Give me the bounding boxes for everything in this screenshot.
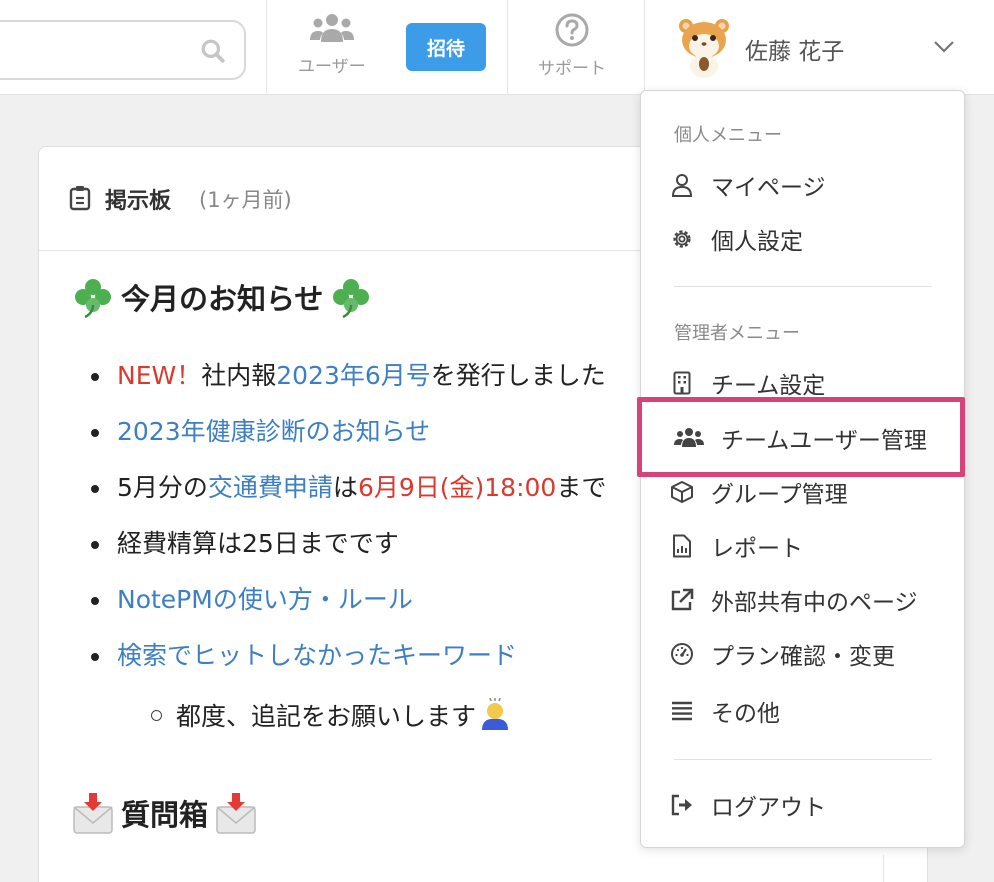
search-input[interactable] <box>0 20 246 80</box>
header-divider <box>266 0 267 95</box>
question-circle-icon <box>555 13 589 47</box>
users-icon <box>309 14 354 42</box>
health-checkup-link[interactable]: 2023年健康診断のお知らせ <box>117 417 430 446</box>
top-header: ユーザー 招待 サポート 佐藤 花子 <box>0 0 994 95</box>
support-button[interactable]: サポート <box>538 12 606 79</box>
bowing-person-icon <box>482 698 509 730</box>
menu-item-label: ログアウト <box>711 795 826 821</box>
sign-out-icon <box>669 792 695 818</box>
menu-item-other[interactable]: その他 <box>669 691 780 731</box>
section-title-text: 今月のお知らせ <box>121 282 324 316</box>
building-icon <box>669 370 695 396</box>
header-divider <box>644 0 645 95</box>
item-text: 社内報 <box>201 361 277 390</box>
search-keywords-link[interactable]: 検索でヒットしなかったキーワード <box>117 641 517 670</box>
header-divider <box>507 0 508 95</box>
user-icon <box>669 172 695 198</box>
menu-item-plan[interactable]: プラン確認・変更 <box>669 634 895 674</box>
menu-divider <box>674 759 932 760</box>
invite-button[interactable]: 招待 <box>406 23 486 71</box>
menu-item-mypage[interactable]: マイページ <box>669 165 826 205</box>
users-button[interactable]: ユーザー <box>298 12 366 77</box>
cube-icon <box>669 479 695 505</box>
gauge-icon <box>669 641 695 667</box>
chevron-down-icon[interactable] <box>933 40 955 54</box>
item-text: を発行しました <box>430 361 606 390</box>
menu-item-external-share[interactable]: 外部共有中のページ <box>669 580 918 620</box>
list-item: NotePMの使い方・ルール <box>89 576 606 632</box>
card-timestamp: (1ヶ月前) <box>199 188 292 212</box>
section-title-text: 質問箱 <box>121 798 209 832</box>
clover-icon <box>333 279 370 319</box>
menu-item-personal-settings[interactable]: 個人設定 <box>669 219 803 259</box>
list-item: NEW！社内報2023年6月号を発行しました <box>89 352 606 408</box>
inbox-envelope-icon <box>73 793 113 834</box>
personal-menu-header: 個人メニュー <box>674 125 782 146</box>
menu-item-label: マイページ <box>711 175 826 201</box>
menu-item-label: グループ管理 <box>711 482 848 508</box>
list-icon <box>669 698 695 724</box>
menu-item-report[interactable]: レポート <box>669 526 803 566</box>
clipboard-icon <box>69 186 91 211</box>
travel-expense-link[interactable]: 交通費申請 <box>208 473 333 502</box>
item-text: は <box>332 473 358 502</box>
circle-bullet-icon <box>151 709 162 721</box>
item-text: 5月分の <box>117 473 208 502</box>
section-title-announcements: 今月のお知らせ <box>71 275 373 319</box>
section-title-question-box: 質問箱 <box>71 791 258 835</box>
menu-item-logout[interactable]: ログアウト <box>669 785 826 825</box>
external-link-icon <box>669 587 695 613</box>
support-label: サポート <box>538 59 606 79</box>
menu-divider <box>674 286 932 287</box>
deadline-text: 6月9日(金)18:00 <box>357 473 557 502</box>
menu-item-label: プラン確認・変更 <box>711 644 895 670</box>
list-item: 検索でヒットしなかったキーワード <box>89 632 606 688</box>
menu-item-label: その他 <box>711 701 780 727</box>
usage-rules-link[interactable]: NotePMの使い方・ルール <box>117 585 413 614</box>
users-label: ユーザー <box>298 57 366 77</box>
announcement-list: NEW！社内報2023年6月号を発行しました 2023年健康診断のお知らせ 5月… <box>89 352 606 688</box>
card-title: 掲示板 <box>105 189 172 214</box>
menu-item-label: レポート <box>711 536 803 562</box>
sub-list-item: 都度、追記をお願いします <box>151 697 512 733</box>
clover-icon <box>75 279 111 319</box>
list-item: 5月分の交通費申請は6月9日(金)18:00まで <box>89 464 606 520</box>
newsletter-link[interactable]: 2023年6月号 <box>276 361 431 390</box>
list-item: 経費精算は25日までです <box>89 520 606 576</box>
scrollbar-track <box>883 855 884 882</box>
list-item: 2023年健康診断のお知らせ <box>89 408 606 464</box>
menu-item-label: チーム設定 <box>711 373 826 399</box>
menu-item-group-management[interactable]: グループ管理 <box>669 472 848 512</box>
item-text: 都度、追記をお願いします <box>176 702 477 731</box>
gear-icon <box>669 226 695 252</box>
new-badge: NEW！ <box>117 361 202 390</box>
item-text: まで <box>556 473 607 502</box>
item-text: 経費精算は25日までです <box>117 529 399 558</box>
menu-item-label: 個人設定 <box>711 229 803 255</box>
inbox-envelope-icon <box>216 793 256 834</box>
user-name[interactable]: 佐藤 花子 <box>745 32 844 66</box>
highlight-box <box>637 397 965 477</box>
admin-menu-header: 管理者メニュー <box>674 323 800 344</box>
user-avatar[interactable] <box>676 14 732 78</box>
menu-item-label: 外部共有中のページ <box>711 590 918 616</box>
report-file-icon <box>669 533 695 559</box>
search-icon[interactable] <box>200 38 226 64</box>
